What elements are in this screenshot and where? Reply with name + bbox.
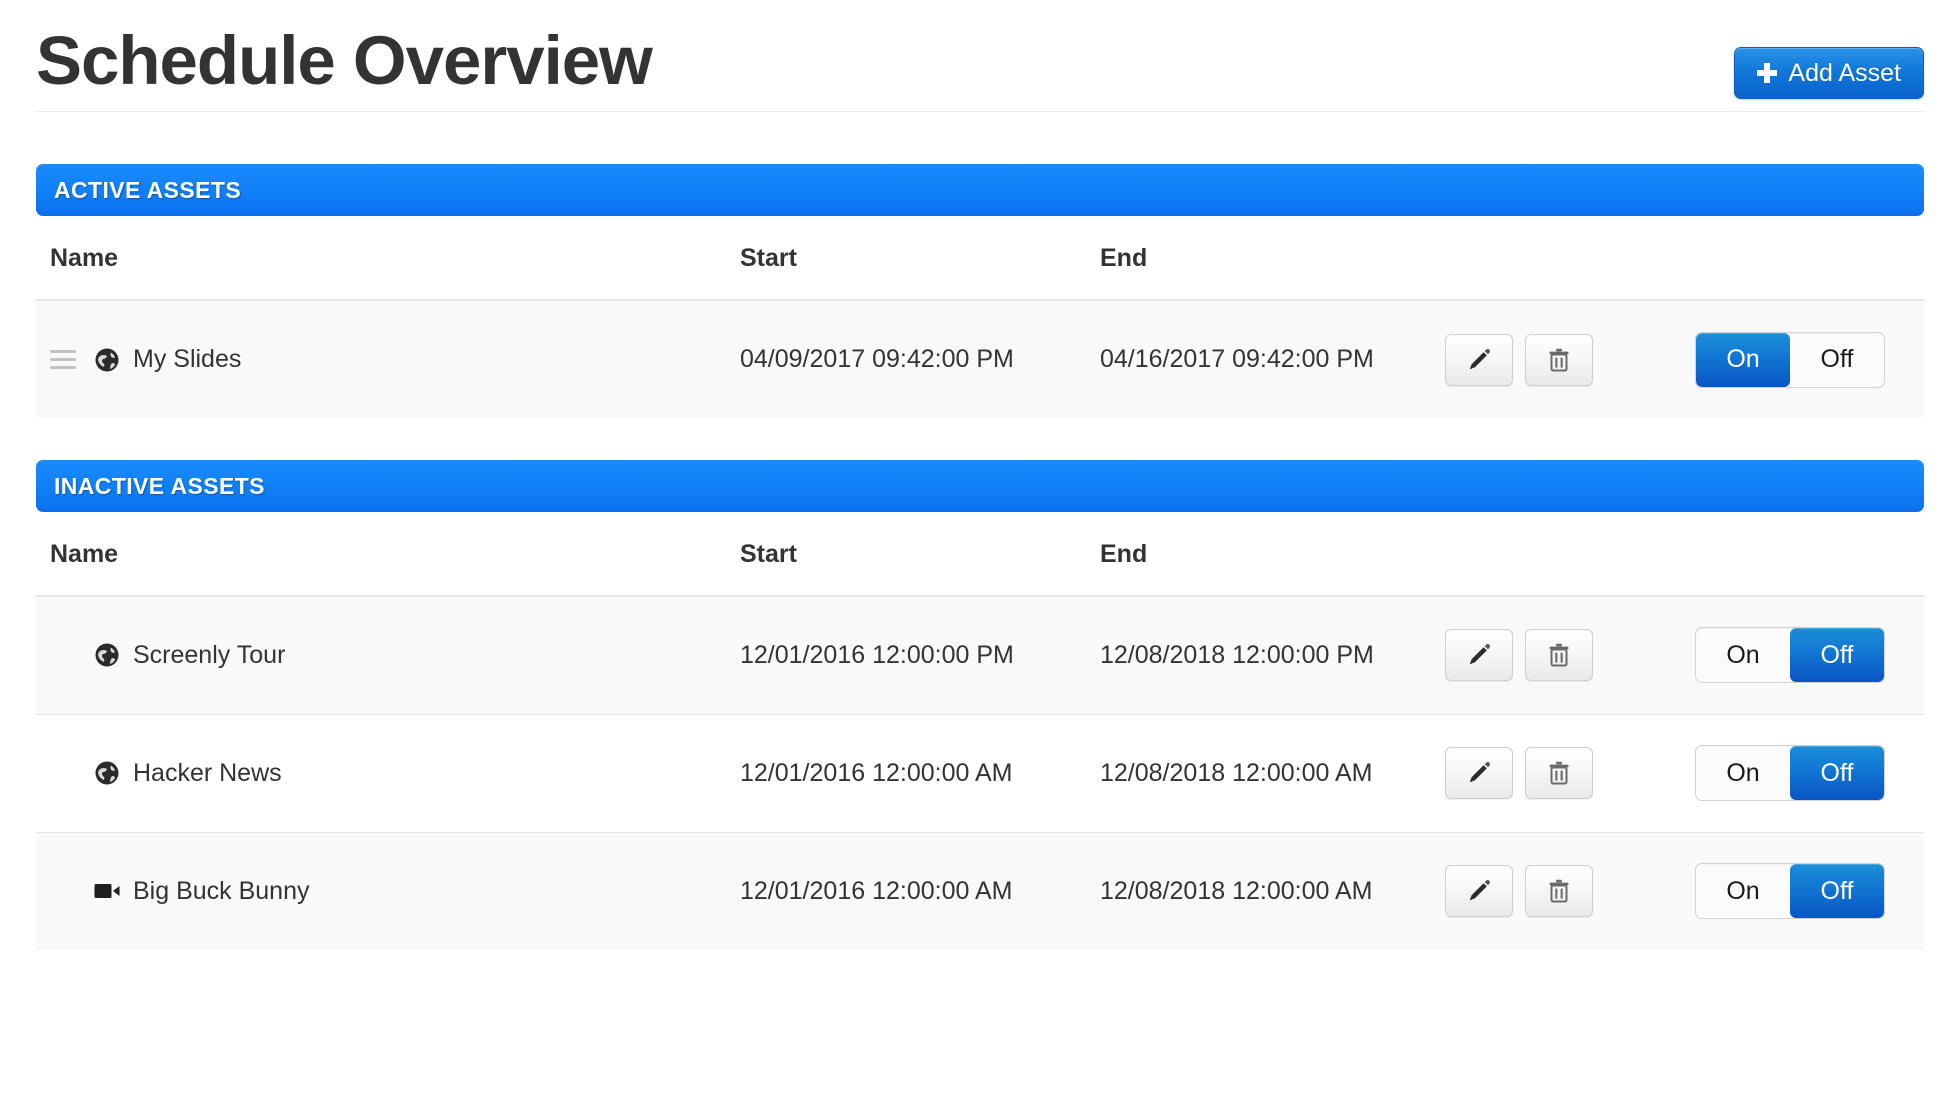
delete-button[interactable]: [1525, 629, 1593, 682]
table-header-row: Name Start End: [36, 512, 1924, 597]
edit-button[interactable]: [1445, 747, 1513, 799]
asset-name: Big Buck Bunny: [133, 876, 310, 905]
column-header-end: End: [1086, 512, 1431, 597]
cell-status: On Off: [1681, 831, 1924, 950]
toggle-off-button[interactable]: Off: [1790, 628, 1884, 683]
toggle-off-button[interactable]: Off: [1790, 746, 1884, 800]
column-header-name: Name: [36, 512, 726, 597]
cell-name: Hacker News: [36, 713, 726, 832]
column-header-actions: [1431, 512, 1681, 597]
pencil-icon: [1466, 878, 1492, 904]
plus-icon: [1757, 63, 1778, 83]
trash-icon: [1547, 760, 1571, 786]
cell-name: Screenly Tour: [36, 596, 726, 714]
cell-actions: [1431, 300, 1681, 418]
sections-container: ACTIVE ASSETS Name Start End My Slides 04/09/…: [0, 164, 1960, 950]
column-header-start: Start: [726, 512, 1086, 597]
asset-table-inactive: Name Start End Screenly Tour 12/01/2016 12:0…: [36, 512, 1924, 950]
cell-end: 12/08/2018 12:00:00 AM: [1086, 831, 1431, 950]
cell-start: 12/01/2016 12:00:00 AM: [726, 831, 1086, 950]
globe-icon: [94, 642, 120, 668]
status-toggle[interactable]: On Off: [1695, 745, 1885, 801]
delete-button[interactable]: [1525, 865, 1593, 918]
cell-end: 04/16/2017 09:42:00 PM: [1086, 300, 1431, 418]
globe-icon: [94, 347, 120, 373]
cell-status: On Off: [1681, 300, 1924, 418]
section-header-inactive: INACTIVE ASSETS: [36, 460, 1924, 512]
video-icon: [94, 878, 120, 904]
section-title: INACTIVE ASSETS: [54, 472, 265, 499]
cell-end: 12/08/2018 12:00:00 PM: [1086, 596, 1431, 714]
cell-start: 12/01/2016 12:00:00 AM: [726, 713, 1086, 832]
status-toggle[interactable]: On Off: [1695, 331, 1885, 388]
column-header-start: Start: [726, 216, 1086, 301]
toggle-on-button[interactable]: On: [1696, 332, 1790, 387]
section-active: ACTIVE ASSETS Name Start End My Slides 04/09/…: [36, 164, 1924, 418]
cell-name: My Slides: [36, 300, 726, 418]
table-row: Hacker News 12/01/2016 12:00:00 AM 12/08/2…: [36, 713, 1924, 832]
table-row: My Slides 04/09/2017 09:42:00 PM 04/16/201…: [36, 300, 1924, 418]
delete-button[interactable]: [1525, 333, 1593, 386]
add-asset-label: Add Asset: [1788, 58, 1901, 87]
pencil-icon: [1466, 760, 1492, 786]
column-header-name: Name: [36, 216, 726, 301]
asset-name: Screenly Tour: [133, 640, 286, 669]
toggle-on-button[interactable]: On: [1696, 864, 1790, 918]
table-row: Big Buck Bunny 12/01/2016 12:00:00 AM 12/0…: [36, 831, 1924, 950]
page-header: Schedule Overview Add Asset: [36, 0, 1924, 112]
column-header-status: [1681, 512, 1924, 597]
cell-actions: [1431, 713, 1681, 832]
cell-end: 12/08/2018 12:00:00 AM: [1086, 713, 1431, 832]
cell-status: On Off: [1681, 596, 1924, 714]
toggle-on-button[interactable]: On: [1696, 628, 1790, 682]
toggle-on-button[interactable]: On: [1696, 746, 1790, 800]
column-header-actions: [1431, 216, 1681, 301]
column-header-end: End: [1086, 216, 1431, 301]
toggle-off-button[interactable]: Off: [1790, 333, 1884, 387]
status-toggle[interactable]: On Off: [1695, 627, 1885, 684]
section-title: ACTIVE ASSETS: [54, 176, 242, 203]
asset-table-active: Name Start End My Slides 04/09/2017 09:42:00…: [36, 216, 1924, 418]
pencil-icon: [1466, 642, 1492, 668]
edit-button[interactable]: [1445, 333, 1513, 386]
table-header-row: Name Start End: [36, 216, 1924, 301]
cell-name: Big Buck Bunny: [36, 831, 726, 950]
cell-actions: [1431, 831, 1681, 950]
asset-name: My Slides: [133, 345, 242, 373]
edit-button[interactable]: [1445, 629, 1513, 682]
drag-handle-icon[interactable]: [50, 350, 76, 369]
trash-icon: [1547, 878, 1571, 904]
pencil-icon: [1466, 347, 1492, 373]
edit-button[interactable]: [1445, 865, 1513, 918]
status-toggle[interactable]: On Off: [1695, 863, 1885, 920]
add-asset-button[interactable]: Add Asset: [1734, 47, 1924, 99]
cell-start: 12/01/2016 12:00:00 PM: [726, 596, 1086, 714]
globe-icon: [94, 760, 120, 786]
cell-start: 04/09/2017 09:42:00 PM: [726, 300, 1086, 418]
cell-actions: [1431, 596, 1681, 714]
asset-name: Hacker News: [133, 758, 282, 787]
toggle-off-button[interactable]: Off: [1790, 864, 1884, 919]
trash-icon: [1547, 642, 1571, 668]
cell-status: On Off: [1681, 713, 1924, 832]
section-inactive: INACTIVE ASSETS Name Start End Screenly Tour…: [36, 460, 1924, 950]
column-header-status: [1681, 216, 1924, 301]
delete-button[interactable]: [1525, 747, 1593, 799]
schedule-overview-page: Schedule Overview Add Asset ACTIVE ASSET…: [0, 0, 1960, 1096]
trash-icon: [1547, 347, 1571, 373]
page-title: Schedule Overview: [36, 22, 653, 99]
section-header-active: ACTIVE ASSETS: [36, 164, 1924, 216]
table-row: Screenly Tour 12/01/2016 12:00:00 PM 12/08…: [36, 596, 1924, 714]
